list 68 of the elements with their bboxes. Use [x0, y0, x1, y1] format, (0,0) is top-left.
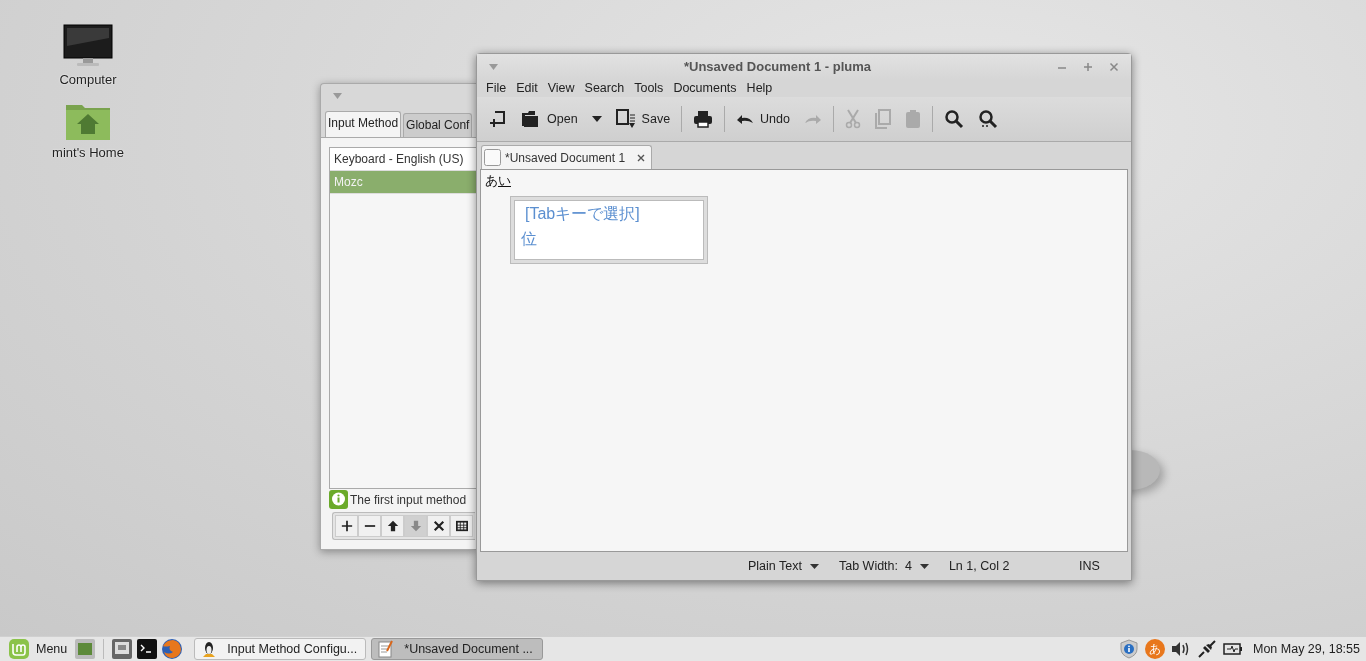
browser-icon[interactable] — [161, 638, 184, 660]
redo-icon — [804, 113, 822, 125]
window-title: *Unsaved Document 1 - pluma — [682, 59, 873, 74]
shield-icon[interactable] — [1119, 639, 1139, 659]
file-manager-icon[interactable] — [111, 638, 134, 660]
menu-button[interactable]: Menu — [4, 638, 72, 660]
folder-icon — [521, 110, 541, 128]
save-button[interactable]: Save — [609, 105, 677, 133]
close-icon[interactable] — [637, 153, 646, 162]
keyboard-icon — [455, 520, 468, 532]
up-button[interactable] — [381, 515, 404, 537]
add-button[interactable] — [335, 515, 358, 537]
menu-item[interactable]: Help — [741, 81, 778, 95]
battery-icon[interactable] — [1223, 642, 1243, 656]
new-document-icon — [489, 110, 507, 128]
caret-icon — [591, 116, 602, 122]
notepad-icon — [378, 640, 395, 658]
insert-mode: INS — [1078, 559, 1100, 573]
menu-item[interactable]: Tools — [629, 81, 669, 95]
preedit-text: い — [498, 173, 511, 188]
penguin-icon — [201, 640, 218, 658]
text-editor[interactable]: あい [Tabキーで選択] 位 — [480, 169, 1128, 552]
plus-icon — [340, 520, 353, 532]
taskbar-window-button[interactable]: *Unsaved Document ... — [371, 638, 544, 660]
leaf-logo-icon — [8, 638, 30, 660]
icon-label[interactable]: Computer — [59, 72, 117, 87]
open-button[interactable]: Open — [515, 106, 584, 132]
scissors-icon — [845, 109, 861, 129]
document-icon — [484, 149, 501, 166]
save-icon — [615, 109, 636, 129]
tab-label[interactable]: *Unsaved Document 1 — [505, 150, 626, 165]
menu-item[interactable]: File — [481, 81, 512, 95]
keyboard-button[interactable] — [450, 515, 473, 537]
printer-icon — [693, 110, 714, 128]
hint-text: The first input method — [350, 492, 467, 507]
menu-item[interactable]: Edit — [511, 81, 543, 95]
undo-icon — [736, 113, 755, 125]
down-arrow-icon — [409, 520, 422, 532]
tab[interactable]: Global Conf — [403, 113, 473, 137]
undo-button[interactable]: Undo — [730, 108, 796, 130]
search-dots-icon — [978, 109, 998, 129]
configure-button[interactable] — [427, 515, 450, 537]
taskbar-window-button[interactable]: Input Method Configu... — [194, 638, 367, 660]
terminal-icon[interactable] — [136, 638, 159, 660]
document-tab[interactable]: *Unsaved Document 1 — [481, 145, 653, 169]
tab[interactable]: Input Method — [325, 111, 402, 137]
candidate-hint: [Tabキーで選択] — [524, 204, 640, 224]
up-arrow-icon — [386, 520, 399, 532]
list-item[interactable]: Keyboard - English (US) — [330, 148, 476, 171]
plug-icon[interactable] — [1197, 639, 1217, 659]
clock[interactable]: Mon May 29, 18:55 — [1253, 642, 1360, 656]
cursor-position: Ln 1, Col 2 — [948, 559, 1011, 573]
tab-width-dropdown[interactable]: Tab Width: 4 — [838, 559, 929, 573]
typed-text: あ — [485, 173, 498, 188]
caret-icon — [809, 563, 819, 569]
copy-icon — [875, 109, 891, 129]
caret-icon — [919, 563, 929, 569]
language-dropdown[interactable]: Plain Text — [748, 559, 819, 573]
remove-button[interactable] — [358, 515, 381, 537]
search-icon — [944, 109, 964, 129]
icon-label[interactable]: mint's Home — [52, 145, 124, 160]
volume-icon[interactable] — [1171, 641, 1191, 657]
menu-item[interactable]: View — [542, 81, 580, 95]
monitor-icon[interactable] — [63, 24, 113, 68]
menu-item[interactable]: Search — [579, 81, 630, 95]
show-desktop-icon[interactable] — [74, 638, 97, 660]
menu-item[interactable]: Documents — [668, 81, 742, 95]
clipboard-icon — [905, 109, 921, 129]
